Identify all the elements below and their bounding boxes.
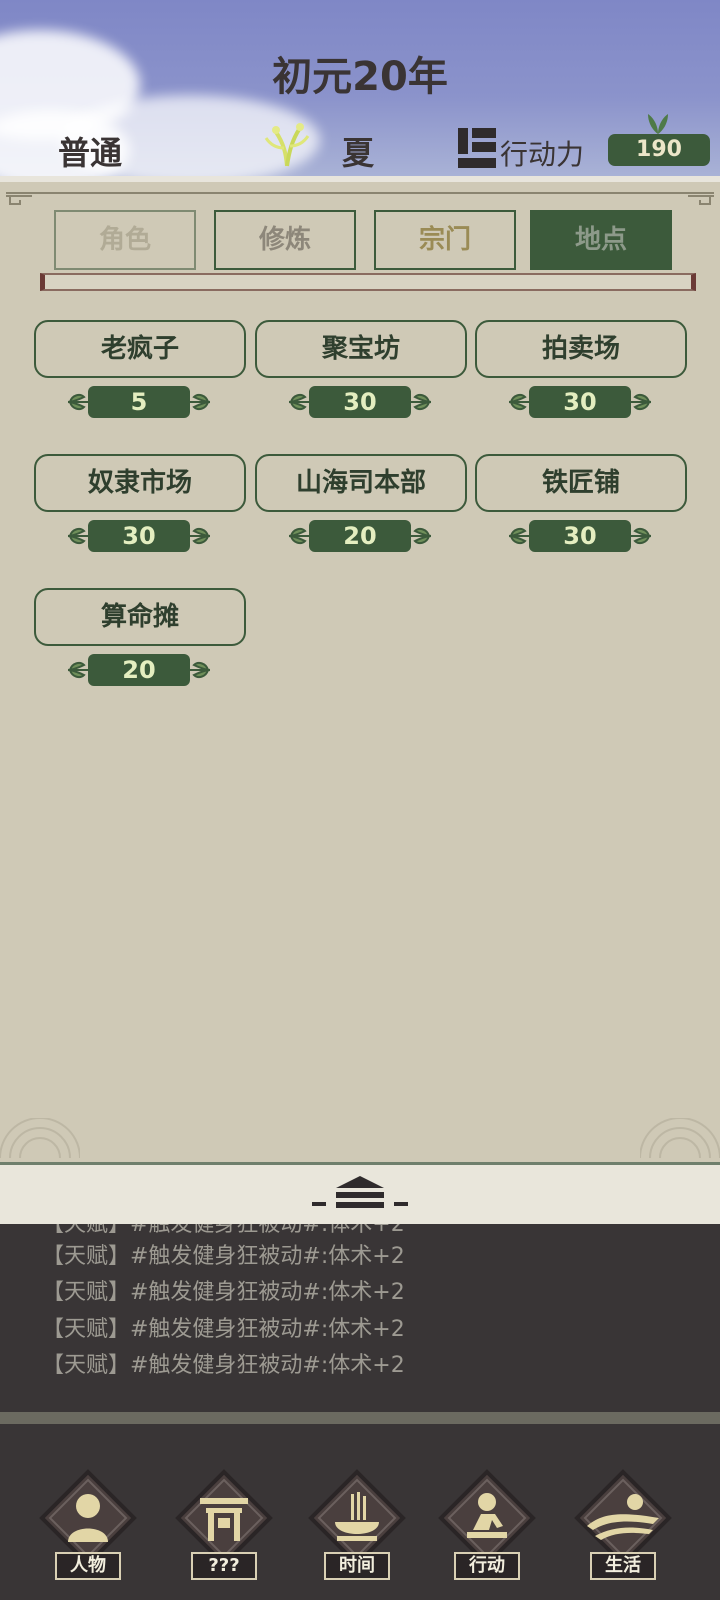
difficulty-label: 普通 bbox=[58, 134, 123, 172]
leaf-right-icon bbox=[631, 527, 651, 545]
summer-plant-icon bbox=[264, 123, 310, 167]
scroll-divider bbox=[40, 273, 696, 291]
tab-character[interactable]: 角色 bbox=[54, 210, 196, 270]
nav-label: ??? bbox=[191, 1552, 257, 1580]
tab-cultivation[interactable]: 修炼 bbox=[214, 210, 356, 270]
cost-value: 20 bbox=[88, 654, 190, 686]
cost-value: 30 bbox=[529, 520, 631, 552]
location-button-old-madman[interactable]: 老疯子 bbox=[34, 320, 246, 378]
top-header: 初元20年 普通 夏 行动力 190 bbox=[0, 0, 720, 176]
location-button-fortune-stall[interactable]: 算命摊 bbox=[34, 588, 246, 646]
wave-ornament-icon bbox=[0, 1118, 80, 1158]
leaf-right-icon bbox=[190, 661, 210, 679]
location-button-auction-house[interactable]: 拍卖场 bbox=[475, 320, 687, 378]
log-line: 【天赋】#触发健身狂被动#:体术+2 bbox=[42, 1244, 405, 1269]
location-button-slave-market[interactable]: 奴隶市场 bbox=[34, 454, 246, 512]
leaf-left-icon bbox=[509, 393, 529, 411]
location-button-blacksmith[interactable]: 铁匠铺 bbox=[475, 454, 687, 512]
location-cost: 30 bbox=[505, 520, 655, 552]
nav-label: 时间 bbox=[324, 1552, 390, 1580]
action-points-label: 行动力 bbox=[500, 138, 585, 171]
cost-value: 20 bbox=[309, 520, 411, 552]
log-line: 【天赋】#触发健身狂被动#:体术+2 bbox=[42, 1224, 405, 1237]
nav-life[interactable]: 生活 bbox=[568, 1468, 678, 1580]
season-label: 夏 bbox=[342, 134, 375, 172]
leaf-right-icon bbox=[190, 393, 210, 411]
leaf-icon bbox=[648, 114, 668, 134]
leaf-left-icon bbox=[68, 661, 88, 679]
leaf-left-icon bbox=[68, 393, 88, 411]
leaf-right-icon bbox=[411, 527, 431, 545]
wave-ornament-icon bbox=[640, 1118, 720, 1158]
cost-value: 30 bbox=[88, 520, 190, 552]
location-button-treasure-market[interactable]: 聚宝坊 bbox=[255, 320, 467, 378]
tab-locations[interactable]: 地点 bbox=[530, 210, 672, 270]
nav-label: 人物 bbox=[55, 1552, 121, 1580]
log-line: 【天赋】#触发健身狂被动#:体术+2 bbox=[42, 1317, 405, 1342]
nav-label: 行动 bbox=[454, 1552, 520, 1580]
location-button-shanhai-headquarters[interactable]: 山海司本部 bbox=[255, 454, 467, 512]
year-title: 初元20年 bbox=[272, 54, 448, 100]
action-points-value: 190 bbox=[608, 134, 710, 166]
leaf-left-icon bbox=[289, 393, 309, 411]
nav-action[interactable]: 行动 bbox=[432, 1468, 542, 1580]
leaf-right-icon bbox=[190, 527, 210, 545]
cost-value: 30 bbox=[309, 386, 411, 418]
leaf-right-icon bbox=[411, 393, 431, 411]
location-cost: 20 bbox=[285, 520, 435, 552]
nav-character[interactable]: 人物 bbox=[33, 1468, 143, 1580]
corner-ornament-icon bbox=[688, 195, 714, 205]
log-line: 【天赋】#触发健身狂被动#:体术+2 bbox=[42, 1280, 405, 1305]
action-points-icon bbox=[458, 128, 496, 168]
location-cost: 30 bbox=[64, 520, 214, 552]
leaf-left-icon bbox=[68, 527, 88, 545]
nav-unknown[interactable]: ??? bbox=[169, 1468, 279, 1580]
nav-time[interactable]: 时间 bbox=[302, 1468, 412, 1580]
leaf-right-icon bbox=[631, 393, 651, 411]
location-cost: 5 bbox=[64, 386, 214, 418]
cost-value: 30 bbox=[529, 386, 631, 418]
leaf-left-icon bbox=[509, 527, 529, 545]
cost-value: 5 bbox=[88, 386, 190, 418]
log-separator bbox=[0, 1412, 720, 1424]
leaf-left-icon bbox=[289, 527, 309, 545]
nav-label: 生活 bbox=[590, 1552, 656, 1580]
location-cost: 30 bbox=[285, 386, 435, 418]
main-panel: 角色 修炼 宗门 地点 老疯子 5 聚宝坊 30 拍卖场 30 奴隶市场 30 … bbox=[0, 176, 720, 1162]
event-log[interactable]: 【天赋】#触发健身狂被动#:体术+2 【天赋】#触发健身狂被动#:体术+2 【天… bbox=[0, 1224, 720, 1412]
corner-ornament-icon bbox=[6, 195, 32, 205]
log-line: 【天赋】#触发健身狂被动#:体术+2 bbox=[42, 1353, 405, 1378]
tab-sect[interactable]: 宗门 bbox=[374, 210, 516, 270]
category-tabs: 角色 修炼 宗门 地点 bbox=[54, 210, 674, 272]
expand-log-icon[interactable] bbox=[312, 1172, 408, 1224]
location-cost: 30 bbox=[505, 386, 655, 418]
bottom-navigation: 人物 ??? 时间 行动 生活 bbox=[0, 1424, 720, 1600]
location-cost: 20 bbox=[64, 654, 214, 686]
